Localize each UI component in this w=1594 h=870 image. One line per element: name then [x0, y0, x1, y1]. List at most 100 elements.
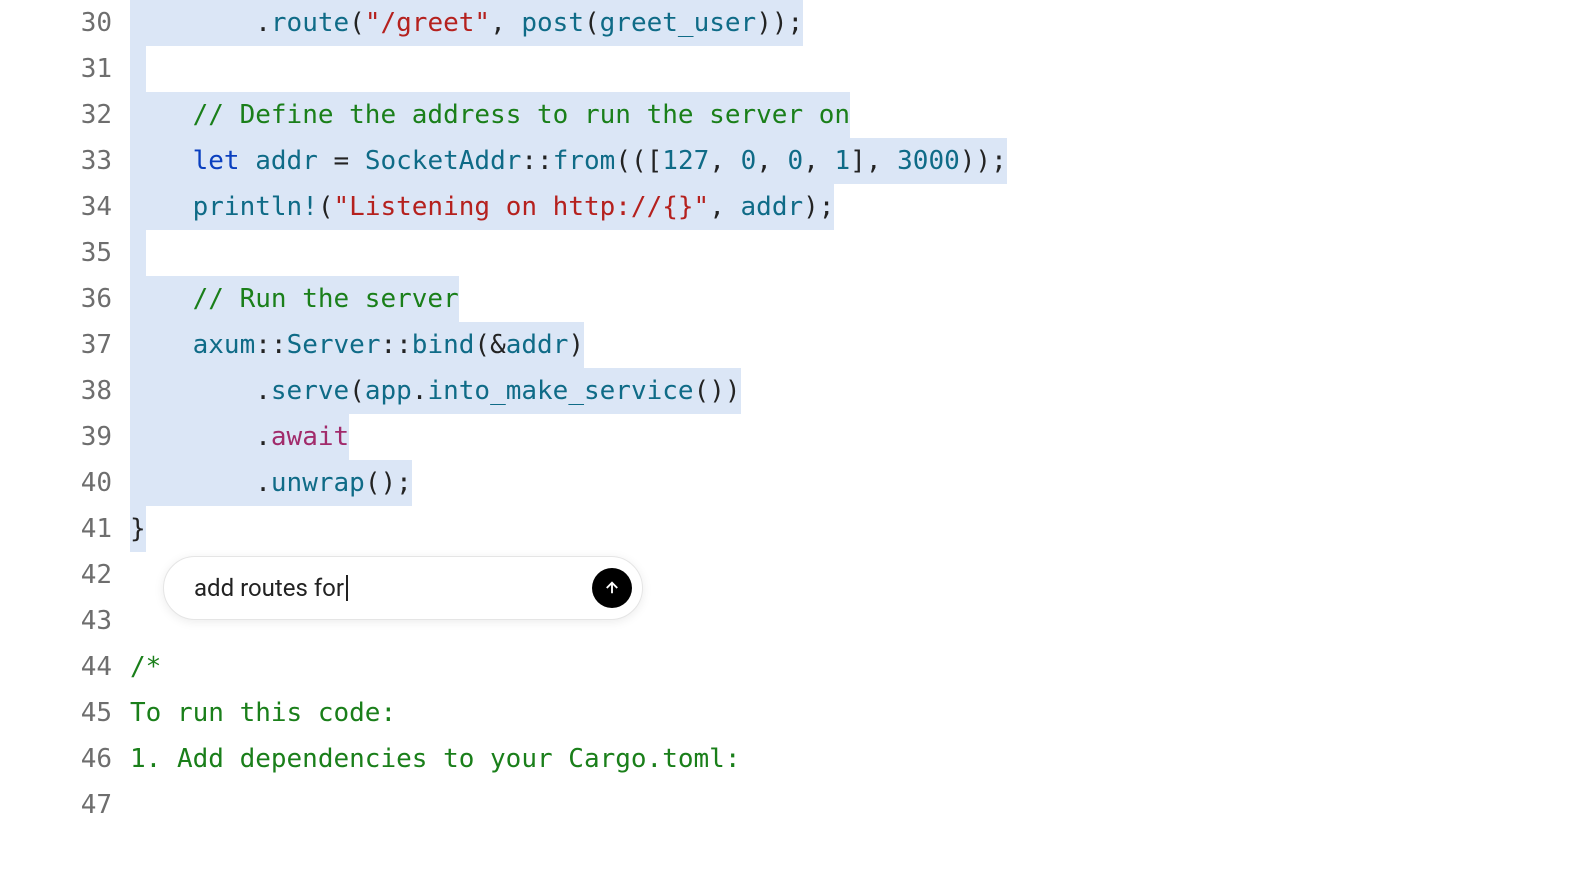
code-line[interactable] — [130, 230, 1594, 276]
indent — [130, 376, 255, 406]
dot: . — [255, 376, 271, 406]
indent — [130, 284, 193, 314]
send-button[interactable] — [592, 568, 632, 608]
dot: . — [255, 468, 271, 498]
code-line[interactable]: // Run the server — [130, 276, 1594, 322]
line-number: 30 — [0, 0, 112, 46]
code-line[interactable]: // Define the address to run the server … — [130, 92, 1594, 138]
line-number: 31 — [0, 46, 112, 92]
fn-into-make-service: into_make_service — [427, 376, 693, 406]
line-number-gutter: 30 31 32 33 34 35 36 37 38 39 40 41 42 4… — [0, 0, 130, 828]
quote: " — [365, 8, 381, 38]
crate-axum: axum — [193, 330, 256, 360]
line-number: 38 — [0, 368, 112, 414]
line-number: 34 — [0, 184, 112, 230]
ai-prompt-text: add routes for — [194, 565, 344, 611]
line-number: 35 — [0, 230, 112, 276]
indent — [130, 100, 193, 130]
path-sep: :: — [255, 330, 286, 360]
arrow-up-icon — [603, 579, 621, 597]
num: 127 — [662, 146, 709, 176]
port: 3000 — [897, 146, 960, 176]
code-line[interactable]: To run this code: — [130, 690, 1594, 736]
line-number: 41 — [0, 506, 112, 552]
indent — [130, 192, 193, 222]
ai-prompt-input[interactable]: add routes for — [194, 565, 592, 611]
code-editor[interactable]: 30 31 32 33 34 35 36 37 38 39 40 41 42 4… — [0, 0, 1594, 828]
paren: ( — [318, 192, 334, 222]
code-line[interactable]: .serve(app.into_make_service()) — [130, 368, 1594, 414]
dot: . — [255, 8, 271, 38]
comment: // Run the server — [193, 284, 459, 314]
path-sep: :: — [380, 330, 411, 360]
paren: )); — [960, 146, 1007, 176]
line-number: 40 — [0, 460, 112, 506]
code-line[interactable]: axum::Server::bind(&addr) — [130, 322, 1594, 368]
paren: (([ — [615, 146, 662, 176]
kw-await: await — [271, 422, 349, 452]
comma: , — [490, 8, 521, 38]
code-line[interactable] — [130, 782, 1594, 828]
space — [240, 146, 256, 176]
quote: " — [474, 8, 490, 38]
inline-ai-prompt[interactable]: add routes for — [163, 556, 643, 620]
indent — [130, 146, 193, 176]
method-route: route — [271, 8, 349, 38]
fn-post: post — [521, 8, 584, 38]
paren: ], — [850, 146, 897, 176]
num: 0 — [741, 146, 757, 176]
line-number: 45 — [0, 690, 112, 736]
fn-bind: bind — [412, 330, 475, 360]
kw-let: let — [193, 146, 240, 176]
code-line[interactable]: .route("/greet", post(greet_user)); — [130, 0, 1594, 46]
code-line[interactable]: .await — [130, 414, 1594, 460]
code-line[interactable]: .unwrap(); — [130, 460, 1594, 506]
indent — [130, 468, 255, 498]
fn-from: from — [553, 146, 616, 176]
comment: // Define the address to run the server … — [193, 100, 850, 130]
paren: ( — [584, 8, 600, 38]
comma: , — [709, 192, 740, 222]
line-number: 39 — [0, 414, 112, 460]
code-line[interactable]: 1. Add dependencies to your Cargo.toml: — [130, 736, 1594, 782]
var-addr: addr — [255, 146, 318, 176]
type-socketaddr: SocketAddr — [365, 146, 522, 176]
comment: /* — [130, 652, 161, 682]
comma: , — [709, 146, 740, 176]
line-number: 33 — [0, 138, 112, 184]
var-addr: addr — [741, 192, 804, 222]
line-number: 37 — [0, 322, 112, 368]
line-number: 32 — [0, 92, 112, 138]
paren: ); — [803, 192, 834, 222]
line-number: 36 — [0, 276, 112, 322]
indent — [130, 8, 255, 38]
paren: ()) — [694, 376, 741, 406]
code-line[interactable]: println!("Listening on http://{}", addr)… — [130, 184, 1594, 230]
paren: ) — [568, 330, 584, 360]
handler-ident: greet_user — [600, 8, 757, 38]
paren: (); — [365, 468, 412, 498]
line-number: 42 — [0, 552, 112, 598]
indent — [130, 330, 193, 360]
var-addr: addr — [506, 330, 569, 360]
type-server: Server — [287, 330, 381, 360]
macro-println: println! — [193, 192, 318, 222]
code-line[interactable]: let addr = SocketAddr::from(([127, 0, 0,… — [130, 138, 1594, 184]
code-line[interactable]: } — [130, 506, 1594, 552]
route-path: /greet — [380, 8, 474, 38]
comma: , — [803, 146, 834, 176]
code-area[interactable]: .route("/greet", post(greet_user)); // D… — [130, 0, 1594, 828]
code-line[interactable] — [130, 46, 1594, 92]
line-number: 43 — [0, 598, 112, 644]
comment: To run this code: — [130, 698, 396, 728]
string-literal: "Listening on http://{}" — [334, 192, 710, 222]
fn-unwrap: unwrap — [271, 468, 365, 498]
code-line[interactable]: /* — [130, 644, 1594, 690]
paren: ( — [349, 376, 365, 406]
paren: ( — [349, 8, 365, 38]
var-app: app — [365, 376, 412, 406]
paren: (& — [474, 330, 505, 360]
dot: . — [255, 422, 271, 452]
path-sep: :: — [521, 146, 552, 176]
comma: , — [756, 146, 787, 176]
